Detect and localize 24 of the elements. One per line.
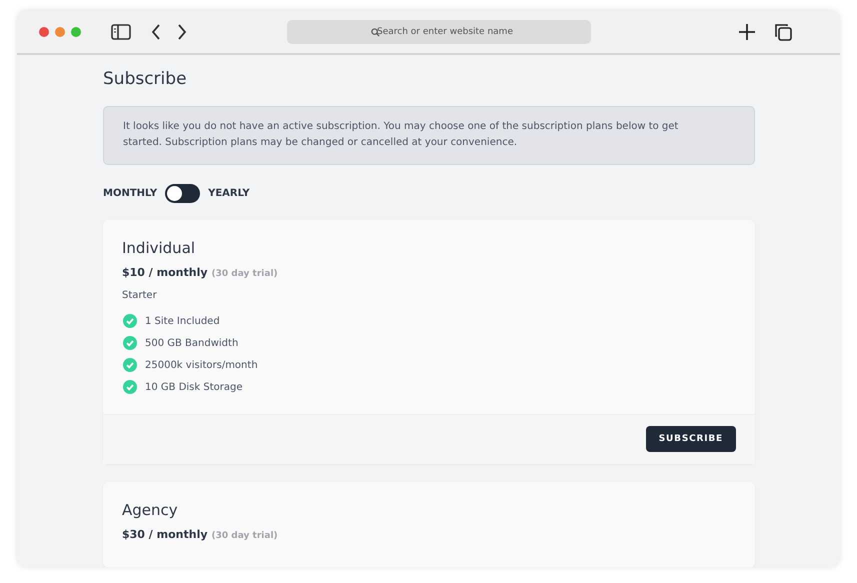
subscribe-button[interactable]: SUBSCRIBE	[646, 426, 736, 452]
monthly-label: MONTHLY	[103, 188, 158, 199]
feature-text: 10 GB Disk Storage	[145, 382, 242, 392]
plan-price: $10 / monthly	[122, 266, 208, 279]
close-icon[interactable]	[39, 26, 49, 36]
trial-note: (30 day trial)	[212, 269, 278, 279]
plan-price: $30 / monthly	[122, 528, 208, 541]
plan-name: Individual	[122, 239, 196, 257]
forward-icon[interactable]	[177, 24, 187, 40]
new-tab-icon[interactable]	[738, 22, 756, 40]
feature-text: 1 Site Included	[145, 316, 220, 326]
tier-label: Starter	[122, 290, 158, 301]
notice-message: It looks like you do not have an active subscription. You may choose one of the subscription plans below to get started. Subscription plans may be changed or cancelled at your convenience.	[103, 106, 755, 165]
feature-text: 25000k visitors/month	[145, 360, 258, 370]
feature-text: 500 GB Bandwidth	[145, 338, 238, 348]
trial-note: (30 day trial)	[212, 531, 278, 541]
page-title: Subscribe	[103, 69, 188, 89]
billing-toggle[interactable]	[165, 184, 200, 203]
tabs-overview-icon[interactable]	[774, 22, 792, 40]
plan-name: Agency	[122, 501, 179, 519]
sidebar-icon[interactable]	[111, 24, 131, 40]
yearly-label: YEARLY	[208, 188, 250, 199]
back-icon[interactable]	[151, 24, 161, 40]
address-field[interactable]: Search or enter website name	[287, 20, 591, 44]
